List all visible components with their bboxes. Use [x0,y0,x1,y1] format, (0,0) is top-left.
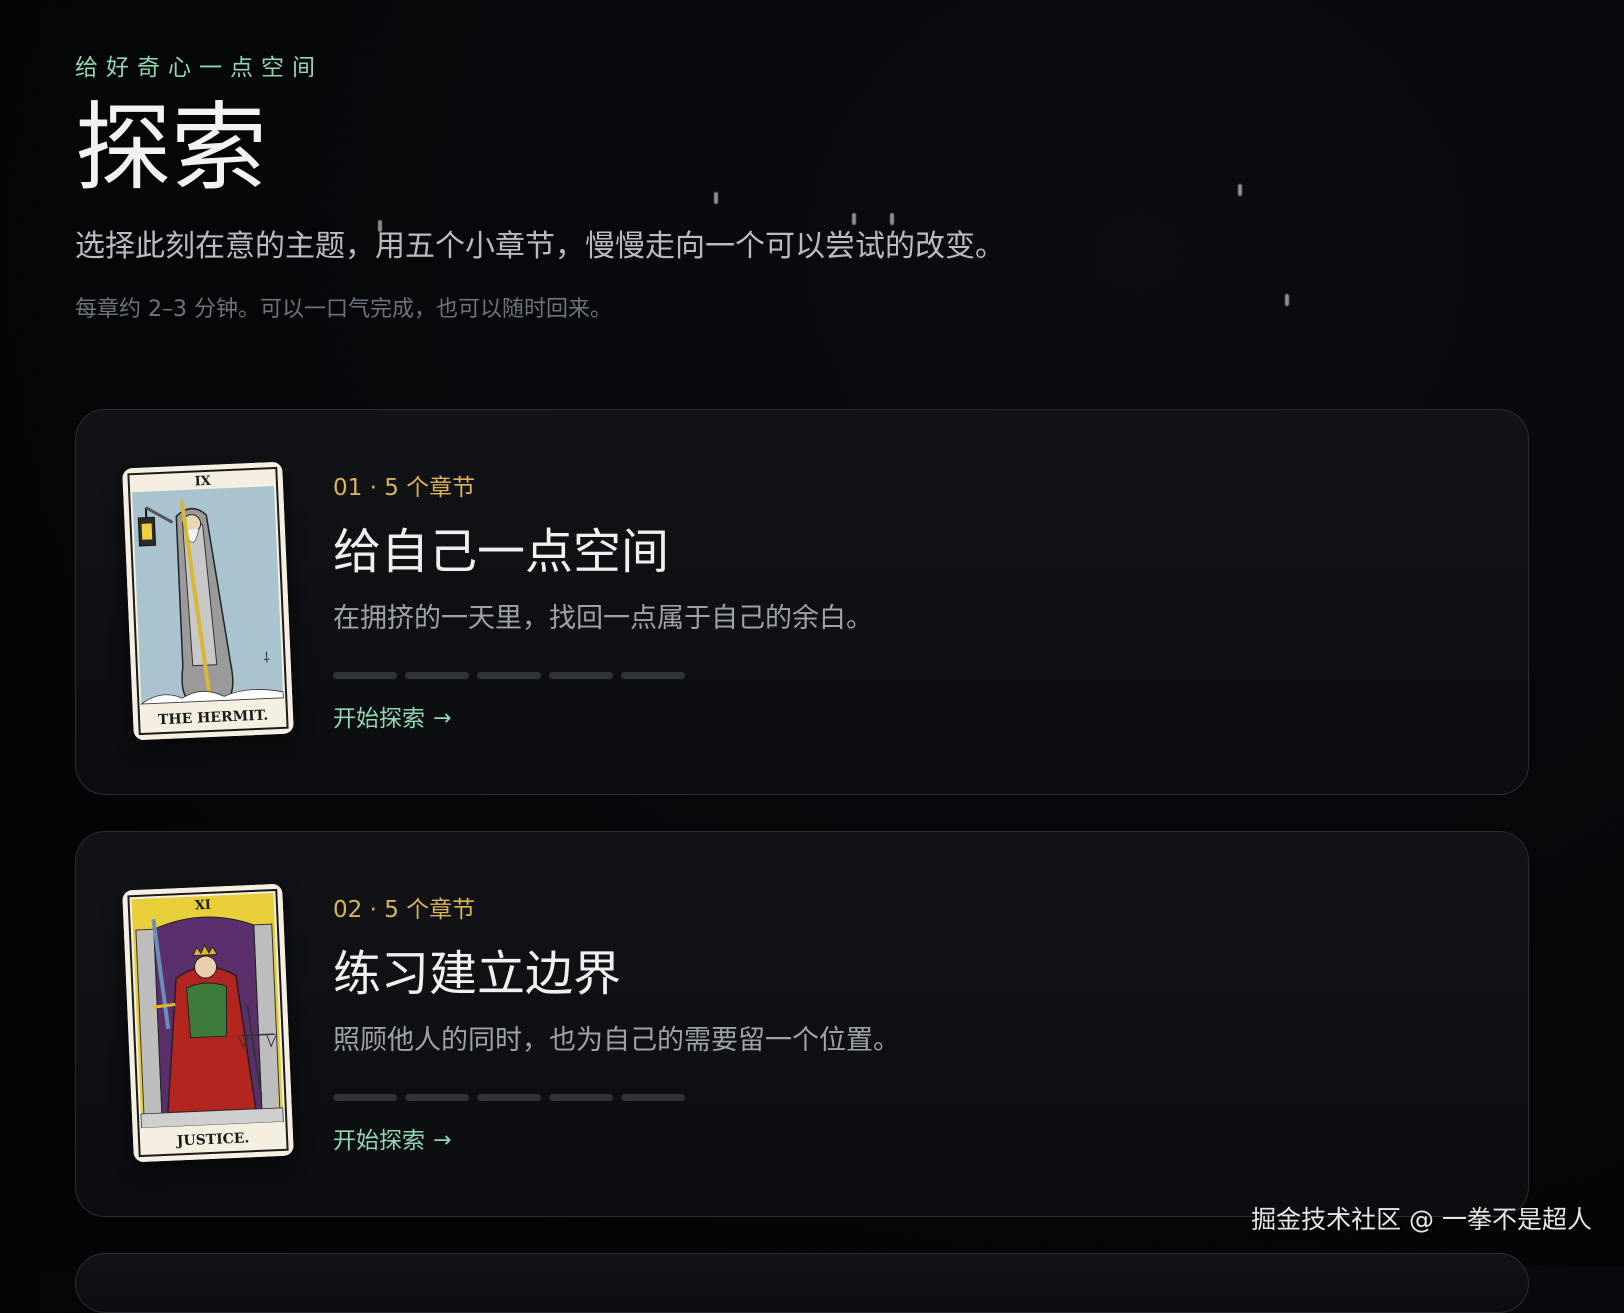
progress-segment [621,672,685,679]
page-title: 探索 [75,92,1525,204]
progress-segment [477,1094,541,1101]
arrow-right-icon: → [433,703,451,735]
topic-card[interactable] [75,1253,1529,1313]
start-explore-label: 开始探索 [333,1125,425,1157]
justice-tarot-card: XI JUSTICE. [122,884,294,1163]
progress-segment [621,1094,685,1101]
progress-segment [549,672,613,679]
progress-segment [549,1094,613,1101]
progress-segment [405,672,469,679]
page-header: 给好奇心一点空间 探索 选择此刻在意的主题，用五个小章节，慢慢走向一个可以尝试的… [75,50,1525,326]
topic-card[interactable]: IX ⸸ THE HERMIT. 01 · 5 个章节 给自己一点空间 在拥挤的… [75,409,1529,795]
progress-segment [405,1094,469,1101]
start-explore-button[interactable]: 开始探索 → [333,1125,451,1157]
topic-description: 在拥挤的一天里，找回一点属于自己的余白。 [333,600,1433,638]
watermark: 掘金技术社区 @ 一拳不是超人 [1251,1202,1592,1238]
topic-card-body: 02 · 5 个章节 练习建立边界 照顾他人的同时，也为自己的需要留一个位置。 … [333,894,1433,1157]
card-numeral: XI [194,898,211,914]
start-explore-label: 开始探索 [333,703,425,735]
svg-text:⸸: ⸸ [263,650,270,666]
page-eyebrow: 给好奇心一点空间 [75,50,1525,86]
start-explore-button[interactable]: 开始探索 → [333,703,451,735]
page-subtitle: 选择此刻在意的主题，用五个小章节，慢慢走向一个可以尝试的改变。 [75,226,1525,268]
page-note: 每章约 2–3 分钟。可以一口气完成，也可以随时回来。 [75,294,1525,326]
topic-meta: 01 · 5 个章节 [333,472,1433,504]
chapter-progress [333,672,1433,679]
chapter-progress [333,1094,1433,1101]
card-numeral: IX [194,474,212,490]
progress-segment [333,1094,397,1101]
progress-segment [333,672,397,679]
topic-title: 给自己一点空间 [333,522,1433,582]
the-hermit-tarot-card: IX ⸸ THE HERMIT. [122,462,294,741]
topic-card[interactable]: XI JUSTICE. 02 · 5 个章节 练习建立边 [75,831,1529,1217]
card-caption: JUSTICE. [174,1130,249,1149]
topic-description: 照顾他人的同时，也为自己的需要留一个位置。 [333,1022,1433,1060]
topic-card-body: 01 · 5 个章节 给自己一点空间 在拥挤的一天里，找回一点属于自己的余白。 … [333,472,1433,735]
topic-title: 练习建立边界 [333,944,1433,1004]
arrow-right-icon: → [433,1125,451,1157]
progress-segment [477,672,541,679]
topic-meta: 02 · 5 个章节 [333,894,1433,926]
